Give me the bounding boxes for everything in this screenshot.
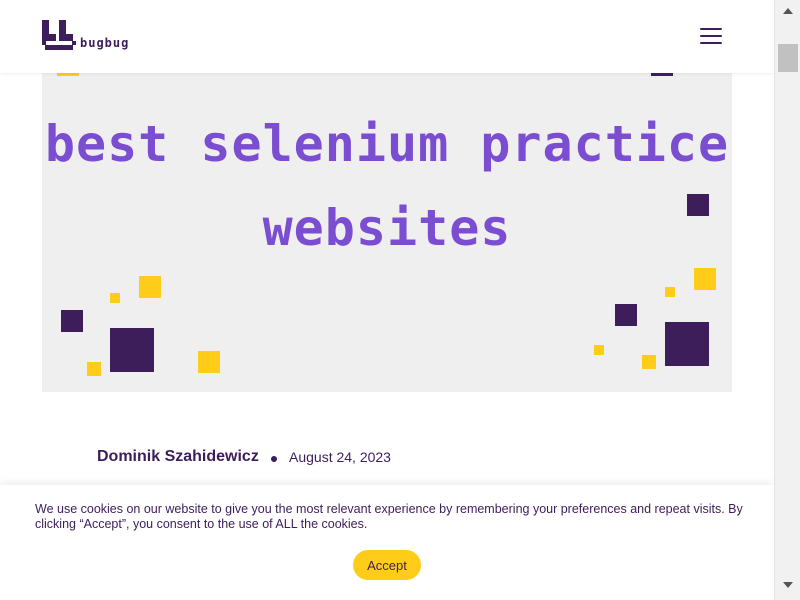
deco-square [139,276,161,298]
deco-square [110,293,120,303]
deco-square [594,345,604,355]
logo-text: bugbug [80,36,130,50]
hero-title-line2: websites [262,199,512,257]
cookie-banner: We use cookies on our website to give yo… [0,485,774,600]
deco-square [642,355,656,369]
menu-bar [700,35,722,37]
deco-square [694,268,716,290]
scroll-up-arrow-icon[interactable] [783,8,793,14]
deco-square [87,362,101,376]
accept-cookies-button[interactable]: Accept [353,550,421,580]
page-viewport: best selenium practice websites bugbug D… [0,0,774,600]
deco-square [615,304,637,326]
menu-bar [700,42,722,44]
hero-title: best selenium practice websites [42,102,732,270]
author-name[interactable]: Dominik Szahidewicz [97,448,259,466]
menu-bar [700,28,722,30]
deco-square [110,328,154,372]
separator-dot [271,456,277,462]
publish-date: August 24, 2023 [289,449,391,465]
hamburger-menu-icon[interactable] [700,28,722,44]
site-header: bugbug [0,0,774,73]
deco-square [61,310,83,332]
scroll-down-arrow-icon[interactable] [783,582,793,588]
hero-title-line1: best selenium practice [44,115,730,173]
vertical-scrollbar[interactable] [774,0,800,600]
bugbug-logo-icon[interactable] [42,20,78,56]
deco-square [665,287,675,297]
cookie-text: We use cookies on our website to give yo… [35,502,743,531]
deco-square [198,351,220,373]
scrollbar-thumb[interactable] [778,44,798,72]
deco-square [665,322,709,366]
